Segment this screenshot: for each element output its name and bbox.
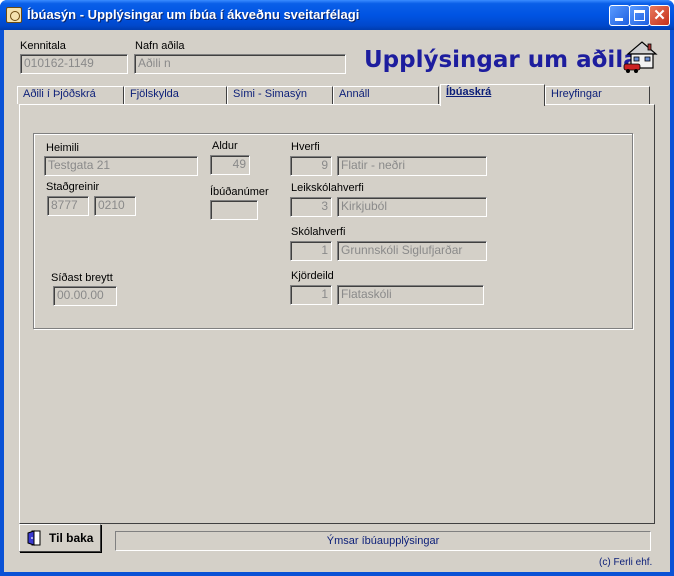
kjordeild-label: Kjördeild — [291, 270, 334, 282]
hverfi-label: Hverfi — [291, 141, 320, 153]
aldur-field[interactable]: 49 — [210, 155, 250, 175]
tab-annall[interactable]: Annáll — [333, 86, 439, 104]
skolahverfi-label: Skólahverfi — [291, 226, 346, 238]
client-area: Kennitala 010162-1149 Nafn aðila Aðili n… — [4, 30, 670, 572]
tab-hreyfingar[interactable]: Hreyfingar — [545, 86, 650, 104]
window-title: Íbúasýn - Upplýsingar um íbúa í ákveðnu … — [27, 7, 360, 22]
exit-door-icon — [27, 530, 41, 546]
leikskolahverfi-name-field[interactable]: Kirkjuból — [337, 197, 487, 217]
sidast-breytt-label: Síðast breytt — [51, 272, 113, 284]
page-title: Upplýsingar um aðila — [364, 47, 639, 73]
minimize-icon — [615, 18, 623, 21]
tab-fjolskylda[interactable]: Fjölskylda — [124, 86, 227, 104]
nafn-field[interactable]: Aðili n — [134, 54, 346, 74]
close-button[interactable]: ✕ — [649, 5, 670, 26]
back-button-label: Til baka — [49, 531, 94, 545]
app-icon[interactable] — [6, 7, 22, 23]
ibudanumer-field[interactable] — [210, 200, 258, 220]
aldur-label: Aldur — [212, 140, 238, 152]
kennitala-label: Kennitala — [20, 40, 66, 52]
status-bar: Ýmsar íbúaupplýsingar — [115, 531, 651, 551]
stadgreinir-field-2[interactable]: 0210 — [94, 196, 136, 216]
kjordeild-number-field[interactable]: 1 — [290, 285, 332, 305]
kennitala-field[interactable]: 010162-1149 — [20, 54, 128, 74]
skolahverfi-name-field[interactable]: Grunnskóli Siglufjarðar — [337, 241, 487, 261]
tab-adili-thjodskra[interactable]: Aðili í Þjóðskrá — [17, 86, 124, 104]
house-car-icon — [623, 41, 658, 73]
tab-simi-simasyn[interactable]: Sími - Simasýn — [227, 86, 333, 104]
hverfi-name-field[interactable]: Flatir - neðri — [337, 156, 487, 176]
ibudanumer-label: Íbúðanúmer — [210, 186, 269, 198]
stadgreinir-field-1[interactable]: 8777 — [47, 196, 89, 216]
close-icon: ✕ — [653, 7, 666, 24]
minimize-button[interactable] — [609, 5, 630, 26]
leikskolahverfi-number-field[interactable]: 3 — [290, 197, 332, 217]
heimili-label: Heimili — [46, 142, 79, 154]
nafn-label: Nafn aðila — [135, 40, 185, 52]
skolahverfi-number-field[interactable]: 1 — [290, 241, 332, 261]
title-bar[interactable]: Íbúasýn - Upplýsingar um íbúa í ákveðnu … — [0, 0, 674, 30]
copyright-text: (c) Ferli ehf. — [599, 557, 653, 568]
kjordeild-name-field[interactable]: Flataskóli — [337, 285, 484, 305]
sidast-breytt-field[interactable]: 00.00.00 — [53, 286, 117, 306]
hverfi-number-field[interactable]: 9 — [290, 156, 332, 176]
maximize-icon — [634, 10, 645, 21]
back-button[interactable]: Til baka — [19, 524, 101, 552]
leikskolahverfi-label: Leikskólahverfi — [291, 182, 364, 194]
maximize-button[interactable] — [629, 5, 650, 26]
tab-ibuaskra[interactable]: Íbúaskrá — [440, 84, 545, 106]
stadgreinir-label: Staðgreinir — [46, 181, 100, 193]
app-window: Íbúasýn - Upplýsingar um íbúa í ákveðnu … — [0, 0, 674, 576]
heimili-field[interactable]: Testgata 21 — [44, 156, 198, 176]
